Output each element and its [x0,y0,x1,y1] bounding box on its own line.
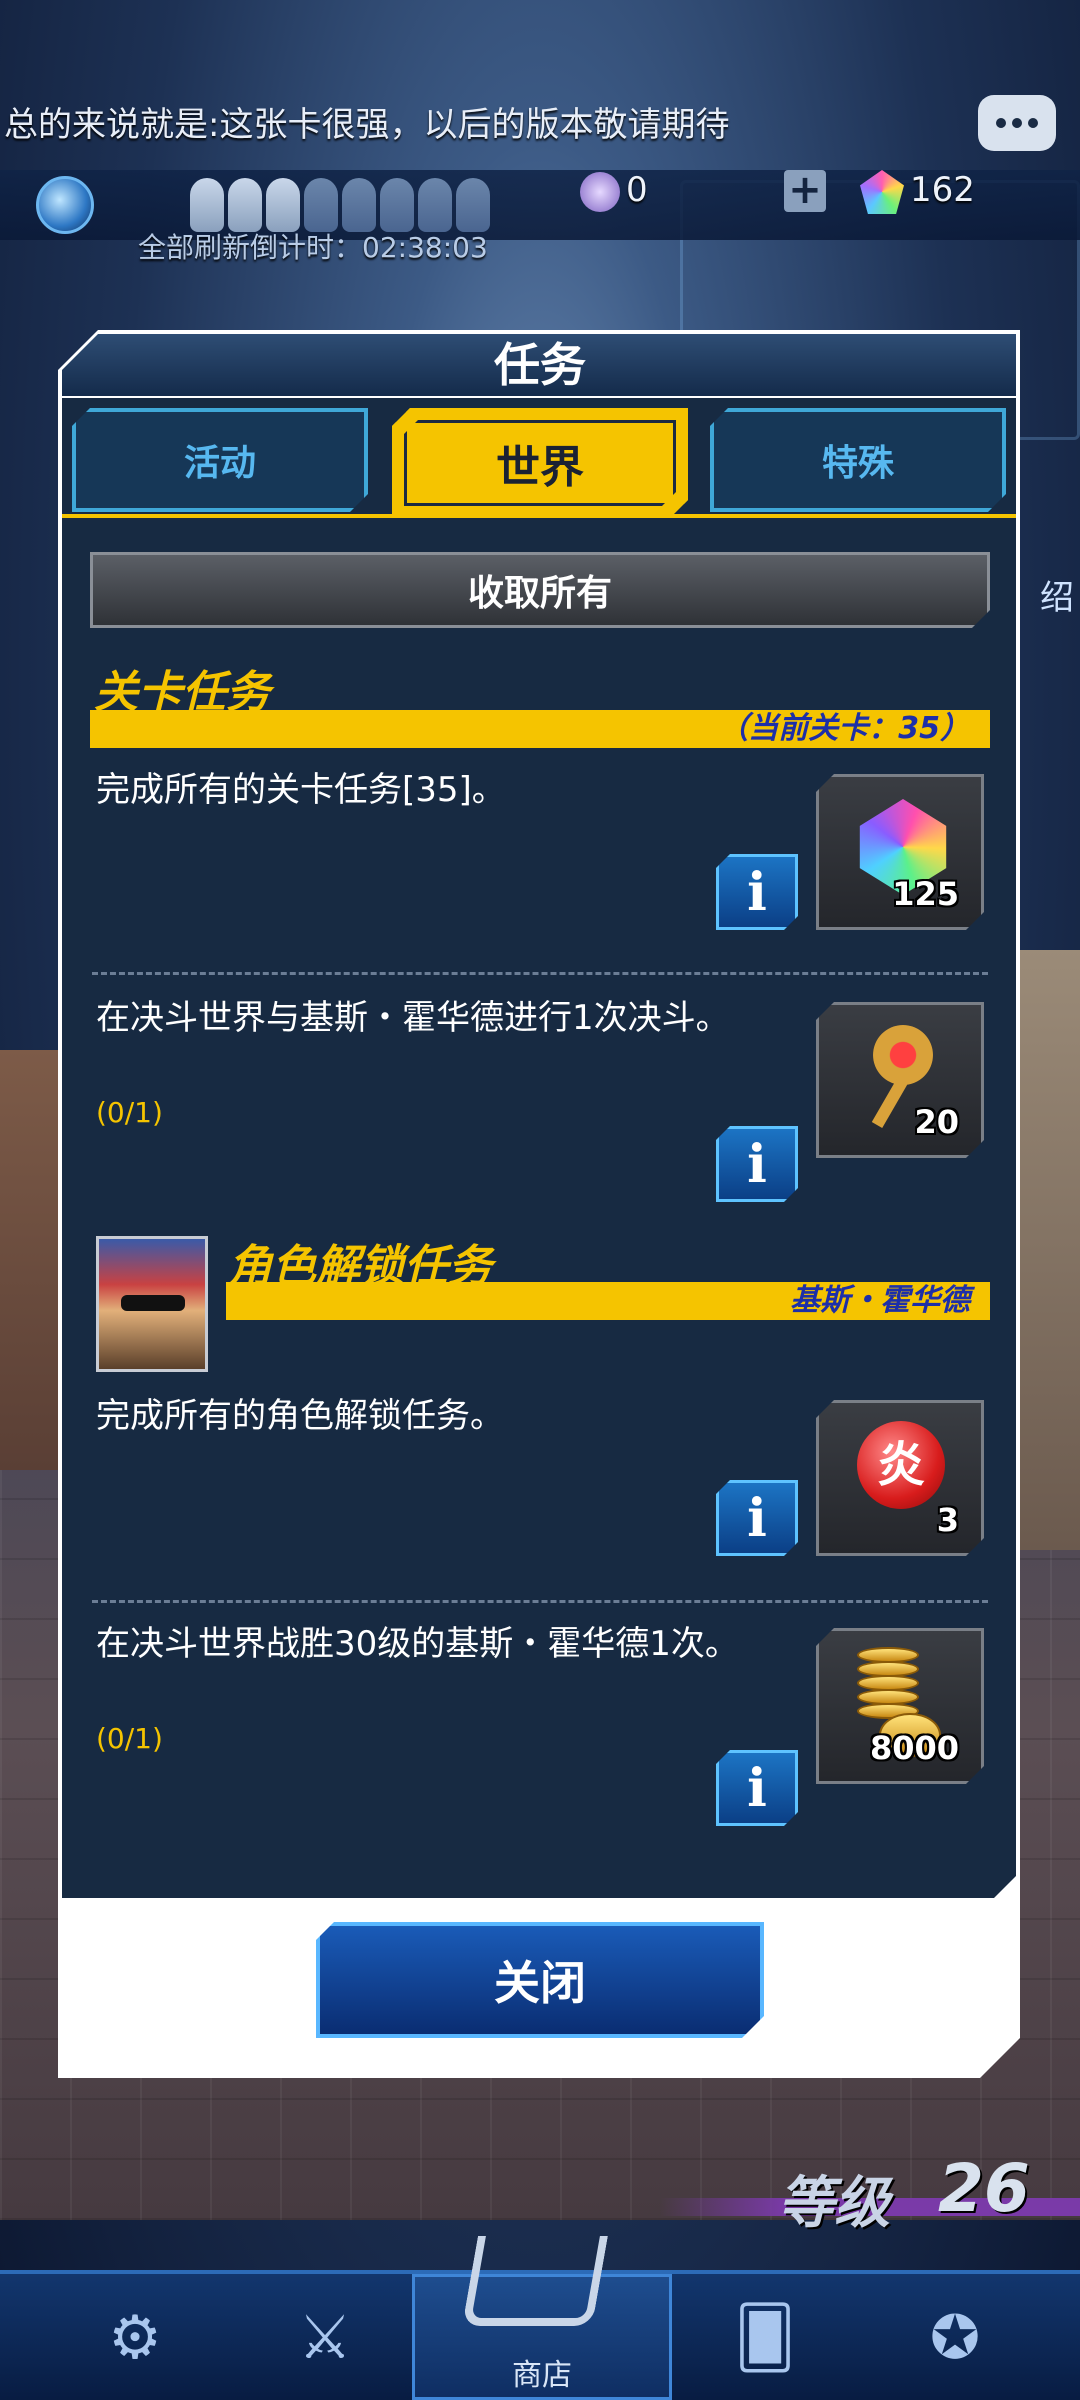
shop-cart-icon [462,2236,608,2326]
party-member-icon [418,178,452,232]
quest-reward[interactable]: 125 [816,774,984,930]
quest-reward[interactable]: 20 [816,1002,984,1158]
quest-info-button[interactable]: i [716,1750,798,1826]
party-member-icon [456,178,490,232]
nav-deck-icon[interactable]: 🂠 [690,2280,840,2396]
nav-duelist-icon[interactable]: ⚙ [60,2280,210,2396]
party-member-icon [304,178,338,232]
quest-reward[interactable]: 炎 3 [816,1400,984,1556]
chat-button[interactable] [978,95,1056,151]
nav-guild-icon[interactable]: ✪ [880,2280,1030,2396]
fire-orb-icon: 炎 [857,1421,945,1509]
world-orb-icon[interactable] [36,176,94,234]
quest-reward[interactable]: 8000 [816,1628,984,1784]
quest-text: 在决斗世界与基斯・霍华德进行1次决斗。 [96,998,730,1038]
dialog-title: 任务 [494,338,586,392]
level-value: 26 [938,2150,1030,2227]
quest-info-button[interactable]: i [716,1126,798,1202]
quest-text: 完成所有的角色解锁任务。 [96,1396,504,1436]
quest-divider [92,1600,988,1603]
tab-events[interactable]: 活动 [72,408,368,512]
character-name-bar: 基斯・霍华德 [226,1282,990,1320]
tab-special[interactable]: 特殊 [710,408,1006,512]
close-button[interactable]: 关闭 [316,1922,764,2038]
chat-dot-icon [996,118,1006,128]
party-member-icon [342,178,376,232]
quest-progress: (0/1) [96,1096,163,1129]
shop-label: 商店 [512,2358,572,2393]
orb-count: 0 [626,170,648,210]
nav-duel-icon[interactable]: ⚔ [250,2280,400,2396]
party-member-icon [228,178,262,232]
reward-count: 3 [936,1501,959,1539]
quest-text: 在决斗世界战胜30级的基斯・霍华德1次。 [96,1624,739,1664]
tab-underline [62,514,1016,518]
background-side-label: 绍 [1040,578,1074,618]
claim-all-button[interactable]: 收取所有 [90,552,990,628]
reward-count: 125 [892,875,959,913]
quest-text: 完成所有的关卡任务[35]。 [96,770,506,810]
background-building-right [1020,950,1080,1550]
chat-dot-icon [1012,118,1022,128]
chat-dot-icon [1028,118,1038,128]
character-portrait[interactable] [96,1236,208,1372]
reward-count: 8000 [869,1729,959,1767]
level-label: 等级 [778,2171,890,2236]
gem-count: 162 [910,170,975,210]
news-ticker: 总的来说就是:这张卡很强，以后的版本敬请期待 [4,105,730,145]
party-slots [190,178,490,232]
party-member-icon [380,178,414,232]
orb-currency-icon [580,172,620,212]
quest-info-button[interactable]: i [716,854,798,930]
tab-world[interactable]: 世界 [392,408,688,518]
quest-info-button[interactable]: i [716,1480,798,1556]
background-building-left [0,1050,60,1470]
add-gems-button[interactable]: + [784,170,826,212]
party-member-icon [266,178,300,232]
refresh-timer: 全部刷新倒计时：02:38:03 [138,231,488,264]
reward-count: 20 [914,1103,959,1141]
current-stage-bar: （当前关卡：35） [90,710,990,748]
party-member-icon [190,178,224,232]
quest-progress: (0/1) [96,1722,163,1755]
quest-divider [92,972,988,975]
